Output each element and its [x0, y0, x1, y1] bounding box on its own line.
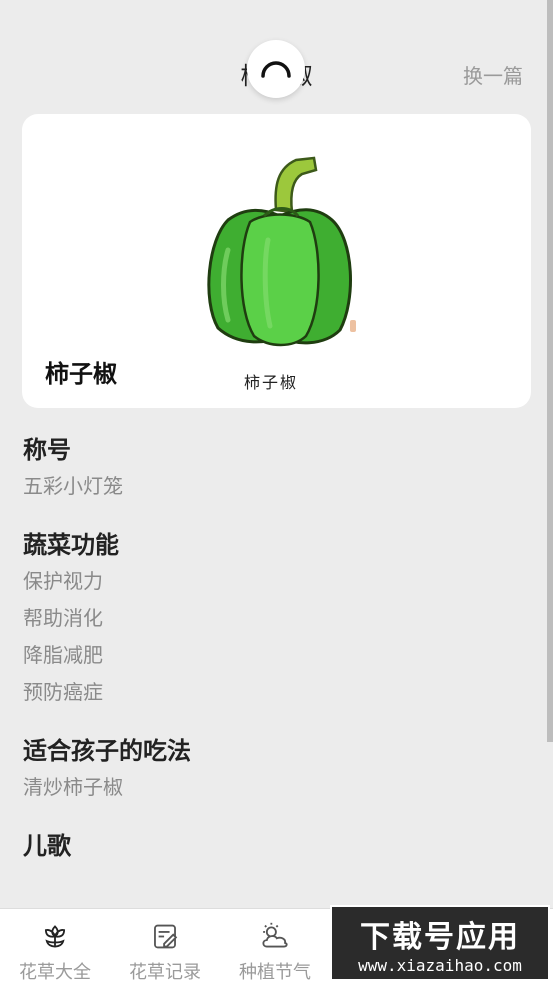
- section-title: 称号: [23, 436, 71, 464]
- illustration-caption: 柿子椒: [244, 373, 299, 392]
- tab-flower-records[interactable]: 花草记录: [110, 909, 220, 984]
- weather-icon: [262, 922, 288, 948]
- watermark-logo: 下载号应用 www.xiazaihao.com: [330, 905, 550, 981]
- list-item: 帮助消化: [23, 606, 103, 630]
- section-title: 适合孩子的吃法: [23, 737, 191, 765]
- watermark-title: 下载号应用: [360, 919, 520, 955]
- header: 柿子椒 换一篇: [0, 0, 553, 110]
- bell-pepper-illustration: [207, 156, 356, 347]
- vegetable-card: 柿子椒 柿子椒: [22, 114, 531, 408]
- watermark-url: www.xiazaihao.com: [358, 955, 522, 975]
- content-area: 称号 五彩小灯笼 蔬菜功能 保护视力 帮助消化 降脂减肥 预防癌症 适合孩子的吃…: [23, 432, 533, 886]
- section-title: 蔬菜功能: [23, 531, 119, 559]
- section-recipes: 适合孩子的吃法 清炒柿子椒: [23, 733, 533, 806]
- tab-label: 花草记录: [129, 962, 201, 983]
- vegetable-name: 柿子椒: [45, 360, 117, 388]
- tab-label: 花草大全: [19, 962, 91, 983]
- spinner-icon: [261, 61, 291, 78]
- list-item: 保护视力: [23, 569, 103, 593]
- loading-spinner: [247, 40, 305, 98]
- next-article-button[interactable]: 换一篇: [463, 60, 523, 89]
- section-benefits: 蔬菜功能 保护视力 帮助消化 降脂减肥 预防癌症: [23, 527, 533, 711]
- section-rhyme: 儿歌: [23, 828, 533, 864]
- tab-planting-seasons[interactable]: 种植节气: [220, 909, 330, 984]
- scrollbar[interactable]: [547, 0, 553, 742]
- tab-label: 种植节气: [239, 962, 311, 983]
- list-item: 五彩小灯笼: [23, 474, 123, 498]
- edit-note-icon: [154, 924, 178, 949]
- tab-flower-encyclopedia[interactable]: 花草大全: [0, 909, 110, 984]
- flower-icon: [44, 925, 66, 948]
- section-title: 儿歌: [23, 832, 71, 860]
- list-item: 预防癌症: [23, 680, 103, 704]
- list-item: 降脂减肥: [23, 643, 103, 667]
- list-item: 清炒柿子椒: [23, 775, 123, 799]
- section-nickname: 称号 五彩小灯笼: [23, 432, 533, 505]
